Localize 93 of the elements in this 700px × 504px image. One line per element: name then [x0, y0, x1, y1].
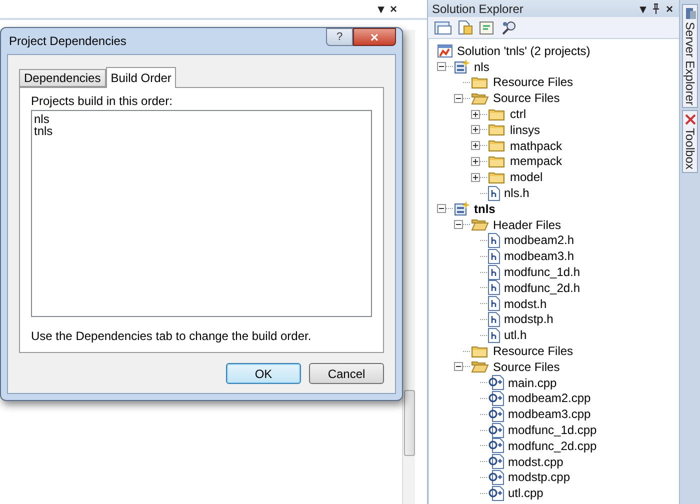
dialog-title: Project Dependencies — [8, 34, 126, 48]
collapse-toggle[interactable] — [454, 362, 463, 372]
ok-button[interactable]: OK — [226, 363, 301, 384]
cpp-file-icon — [488, 470, 504, 485]
collapse-toggle[interactable] — [454, 94, 463, 103]
expand-toggle[interactable] — [471, 125, 480, 134]
cpp-file-icon — [488, 375, 504, 390]
open-folder-icon — [471, 360, 489, 374]
expand-toggle[interactable] — [471, 141, 480, 150]
file-item[interactable]: modst.cpp — [508, 454, 564, 469]
view-code-icon[interactable] — [478, 20, 496, 36]
file-item[interactable]: main.cpp — [508, 376, 557, 390]
solution-item[interactable]: Solution 'tnls' (2 projects) — [457, 44, 590, 58]
hint-text: Use the Dependencies tab to change the build order. — [31, 329, 312, 343]
file-item[interactable]: nls.h — [504, 186, 530, 200]
show-files-icon[interactable] — [456, 20, 474, 36]
collapse-toggle[interactable] — [454, 220, 463, 230]
project-item[interactable]: nls — [474, 60, 490, 74]
scrollbar-thumb[interactable] — [404, 390, 415, 456]
folder-icon — [471, 344, 489, 358]
folder-item[interactable]: Resource Files — [493, 75, 574, 90]
folder-item[interactable]: Header Files — [493, 218, 562, 232]
close-button[interactable]: × — [666, 2, 673, 16]
scrollbar[interactable] — [402, 30, 415, 504]
pin-icon[interactable] — [652, 3, 660, 14]
header-file-icon — [488, 186, 500, 201]
cpp-file-icon — [488, 422, 504, 438]
cpp-file-icon — [488, 390, 504, 406]
folder-icon — [471, 76, 489, 89]
folder-icon — [488, 123, 506, 136]
side-tab[interactable]: Toolbox — [682, 110, 698, 173]
folder-item[interactable]: ctrl — [510, 107, 526, 122]
tab[interactable]: Dependencies — [19, 69, 106, 87]
open-folder-icon — [471, 218, 489, 232]
cpp-file-icon — [488, 454, 504, 470]
list-label: Projects build in this order: — [31, 94, 174, 108]
folder-item[interactable]: mathpack — [510, 138, 562, 153]
help-button[interactable]: ? — [326, 28, 353, 46]
solution-icon — [437, 44, 453, 58]
file-item[interactable]: modstp.h — [504, 312, 554, 326]
folder-icon — [488, 154, 506, 168]
cpp-file-icon — [488, 486, 504, 501]
file-item[interactable]: modbeam2.cpp — [508, 391, 591, 406]
collapse-toggle[interactable] — [437, 204, 446, 214]
server-icon — [684, 7, 696, 20]
file-item[interactable]: modfunc_1d.h — [504, 265, 580, 280]
collapse-toggle[interactable] — [437, 62, 446, 72]
file-item[interactable]: modfunc_2d.h — [504, 280, 580, 295]
file-item[interactable]: modfunc_1d.cpp — [508, 423, 597, 438]
folder-icon — [488, 139, 506, 152]
project-icon — [454, 201, 470, 216]
file-item[interactable]: utl.cpp — [508, 486, 544, 500]
project-icon — [454, 59, 470, 74]
header-file-icon — [488, 232, 500, 248]
header-file-icon — [488, 312, 500, 327]
folder-icon — [488, 108, 506, 121]
project-list[interactable]: nls tnls — [31, 110, 372, 317]
folder-item[interactable]: mempack — [510, 154, 562, 168]
dropdown-button[interactable]: ▾ — [378, 2, 384, 16]
list-item[interactable]: tnls — [34, 125, 369, 137]
list-item[interactable]: nls — [34, 113, 369, 125]
folder-item[interactable]: Resource Files — [493, 344, 574, 358]
file-item[interactable]: modbeam3.cpp — [508, 407, 591, 422]
folder-item[interactable]: model — [510, 170, 543, 184]
expand-toggle[interactable] — [471, 156, 480, 166]
properties-icon[interactable] — [434, 20, 452, 36]
cpp-file-icon — [488, 406, 504, 422]
folder-item[interactable]: Source Files — [493, 360, 560, 374]
header-file-icon — [488, 328, 500, 343]
project-item[interactable]: tnls — [474, 202, 496, 216]
file-item[interactable]: modfunc_2d.cpp — [508, 438, 597, 453]
folder-item[interactable]: linsys — [510, 122, 540, 137]
header-file-icon — [488, 248, 500, 264]
folder-icon — [488, 170, 506, 184]
open-folder-icon — [471, 92, 489, 105]
file-item[interactable]: modbeam3.h — [504, 249, 574, 264]
header-file-icon — [488, 296, 500, 312]
header-file-icon — [488, 280, 500, 296]
file-item[interactable]: modstp.cpp — [508, 470, 570, 484]
dropdown-button[interactable]: ▾ — [640, 2, 646, 16]
panel-title: Solution Explorer — [432, 2, 524, 16]
expand-toggle[interactable] — [471, 172, 480, 182]
cpp-file-icon — [488, 438, 504, 454]
folder-item[interactable]: Source Files — [493, 91, 560, 106]
cancel-button[interactable]: Cancel — [309, 363, 384, 384]
file-item[interactable]: modst.h — [504, 296, 547, 311]
side-tab[interactable]: Server Explorer — [682, 4, 698, 108]
close-button[interactable]: × — [390, 2, 397, 16]
tab[interactable]: Build Order — [106, 67, 176, 88]
file-item[interactable]: utl.h — [504, 328, 527, 342]
file-item[interactable]: modbeam2.h — [504, 233, 574, 248]
header-file-icon — [488, 264, 500, 280]
expand-toggle[interactable] — [471, 110, 480, 119]
